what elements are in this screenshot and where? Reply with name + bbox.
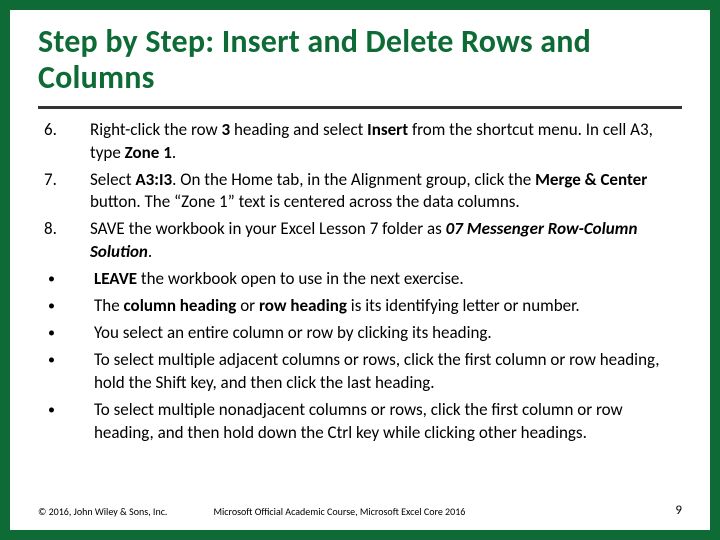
list-item: •The column heading or row heading is it… <box>38 295 682 318</box>
bullet-icon: • <box>38 399 94 445</box>
list-item-text: To select multiple nonadjacent columns o… <box>94 399 682 445</box>
list-item-text: Right-click the row 3 heading and select… <box>90 119 682 165</box>
list-item-number: 6. <box>38 119 90 165</box>
list-item-number: 7. <box>38 169 90 215</box>
slide: Step by Step: Insert and Delete Rows and… <box>0 0 720 540</box>
bullet-list: •LEAVE the workbook open to use in the n… <box>38 268 682 445</box>
footer-course: Microsoft Official Academic Course, Micr… <box>213 505 465 518</box>
footer-copyright: © 2016, John Wiley & Sons, Inc. <box>38 505 167 518</box>
list-item-text: To select multiple adjacent columns or r… <box>94 349 682 395</box>
list-item-text: SAVE the workbook in your Excel Lesson 7… <box>90 218 682 264</box>
bullet-icon: • <box>38 322 94 345</box>
list-item: 8.SAVE the workbook in your Excel Lesson… <box>38 218 682 264</box>
list-item: •You select an entire column or row by c… <box>38 322 682 345</box>
list-item: 6.Right-click the row 3 heading and sele… <box>38 119 682 165</box>
footer-page-number: 9 <box>675 503 682 518</box>
title-rule <box>38 106 682 109</box>
list-item: •To select multiple adjacent columns or … <box>38 349 682 395</box>
list-item: •LEAVE the workbook open to use in the n… <box>38 268 682 291</box>
list-item-number: 8. <box>38 218 90 264</box>
list-item-text: Select A3:I3. On the Home tab, in the Al… <box>90 169 682 215</box>
list-item-text: You select an entire column or row by cl… <box>94 322 682 345</box>
bullet-icon: • <box>38 268 94 291</box>
list-item-text: LEAVE the workbook open to use in the ne… <box>94 268 682 291</box>
slide-body: 6.Right-click the row 3 heading and sele… <box>38 119 682 445</box>
list-item: •To select multiple nonadjacent columns … <box>38 399 682 445</box>
slide-footer: © 2016, John Wiley & Sons, Inc. Microsof… <box>38 503 682 518</box>
list-item: 7.Select A3:I3. On the Home tab, in the … <box>38 169 682 215</box>
numbered-list: 6.Right-click the row 3 heading and sele… <box>38 119 682 265</box>
list-item-text: The column heading or row heading is its… <box>94 295 682 318</box>
bullet-icon: • <box>38 349 94 395</box>
slide-title: Step by Step: Insert and Delete Rows and… <box>38 24 682 96</box>
bullet-icon: • <box>38 295 94 318</box>
